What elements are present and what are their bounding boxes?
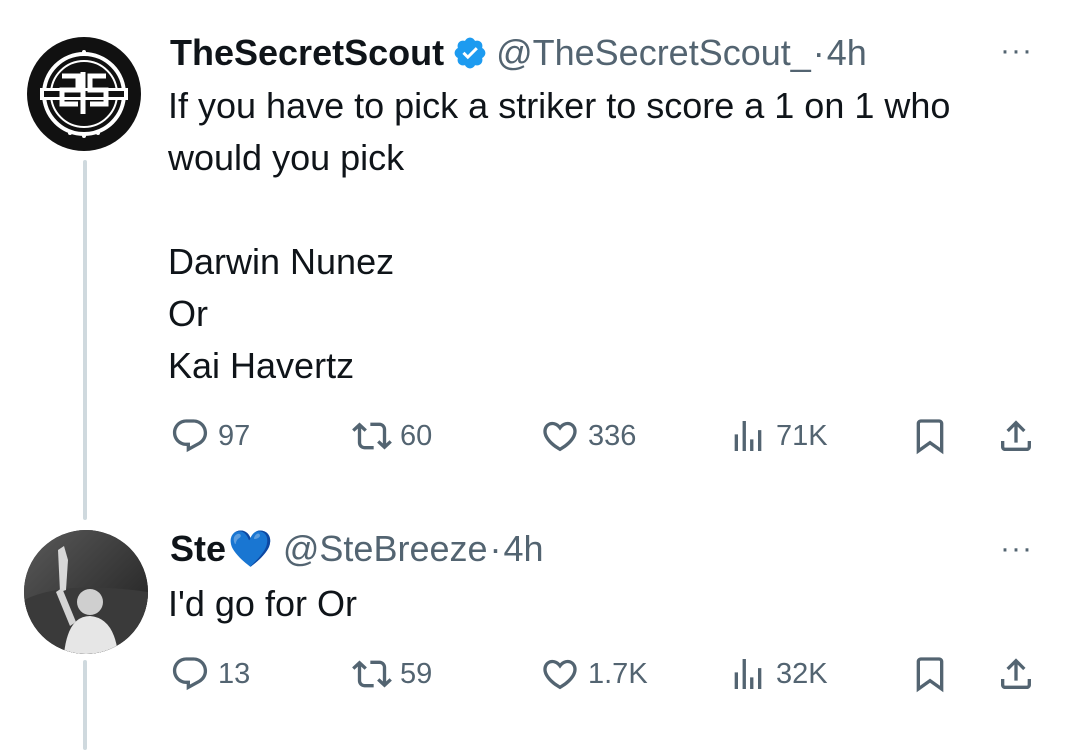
- share-button[interactable]: [996, 416, 1036, 456]
- repost-icon: [352, 654, 392, 694]
- views-chart-icon: [728, 416, 768, 456]
- repost-count: 59: [400, 657, 433, 690]
- repost-icon: [352, 416, 392, 456]
- avatar[interactable]: [22, 32, 146, 156]
- reply-icon: [170, 654, 210, 694]
- views-count: 71K: [776, 419, 828, 452]
- separator-dot: ·: [489, 528, 502, 569]
- bookmark-icon: [910, 654, 950, 694]
- share-icon: [996, 416, 1036, 456]
- tweet-actions: 97 60 336 71K: [170, 416, 1040, 460]
- like-count: 1.7K: [588, 657, 648, 690]
- blue-heart-emoji: 💙: [228, 529, 273, 570]
- repost-count: 60: [400, 419, 433, 452]
- tss-logo-icon: [23, 33, 145, 155]
- avatar[interactable]: [24, 530, 148, 654]
- timestamp[interactable]: 4h: [827, 32, 867, 74]
- tweet-text: If you have to pick a striker to score a…: [168, 85, 951, 386]
- heart-icon: [540, 654, 580, 694]
- author-name[interactable]: TheSecretScout: [170, 32, 444, 74]
- reply-count: 13: [218, 657, 251, 690]
- reply-count: 97: [218, 419, 251, 452]
- user-photo-avatar: [24, 530, 148, 654]
- share-icon: [996, 654, 1036, 694]
- tweet-actions: 13 59 1.7K 32K: [170, 654, 1040, 698]
- tweet-header: TheSecretScout @TheSecretScout_ · 4h: [170, 30, 867, 76]
- views-chart-icon: [728, 654, 768, 694]
- tweet-text: I'd go for Or: [168, 583, 357, 624]
- timestamp[interactable]: 4h: [504, 528, 544, 570]
- like-button[interactable]: 1.7K: [540, 654, 648, 694]
- share-button[interactable]: [996, 654, 1036, 694]
- more-options-icon[interactable]: ···: [1000, 36, 1033, 66]
- like-button[interactable]: 336: [540, 416, 636, 456]
- bookmark-button[interactable]: [910, 654, 950, 694]
- reply-button[interactable]: 13: [170, 654, 250, 694]
- reply-button[interactable]: 97: [170, 416, 250, 456]
- reply-icon: [170, 416, 210, 456]
- author-handle[interactable]: @TheSecretScout_: [496, 32, 811, 74]
- more-options-icon[interactable]: ···: [1000, 534, 1033, 564]
- bookmark-button[interactable]: [910, 416, 950, 456]
- heart-icon: [540, 416, 580, 456]
- separator-dot: ·: [812, 32, 825, 73]
- views-button[interactable]: 32K: [728, 654, 828, 694]
- thread-connector-top: [83, 160, 87, 520]
- author-name[interactable]: Ste: [170, 528, 226, 570]
- like-count: 336: [588, 419, 637, 452]
- repost-button[interactable]: 60: [352, 416, 432, 456]
- tweet-header: Ste 💙 @SteBreeze · 4h: [170, 526, 544, 572]
- author-handle[interactable]: @SteBreeze: [283, 528, 488, 570]
- thread-connector-bottom: [83, 660, 87, 750]
- verified-badge-icon: [454, 37, 486, 69]
- views-button[interactable]: 71K: [728, 416, 828, 456]
- bookmark-icon: [910, 416, 950, 456]
- views-count: 32K: [776, 657, 828, 690]
- repost-button[interactable]: 59: [352, 654, 432, 694]
